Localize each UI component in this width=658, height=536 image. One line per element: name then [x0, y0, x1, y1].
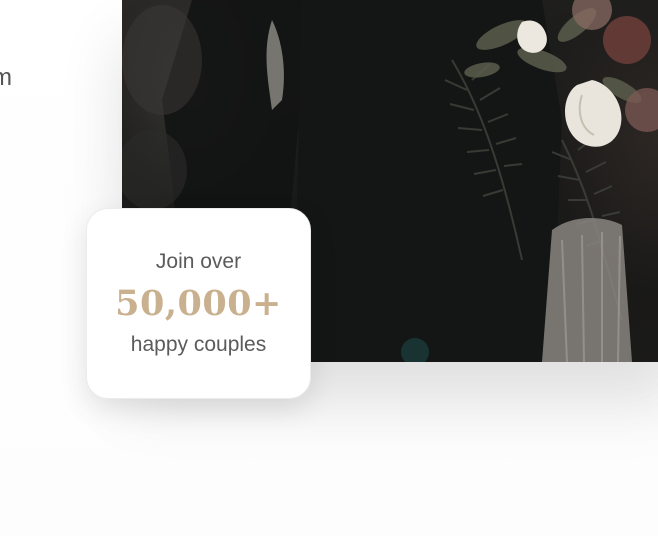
- stats-prefix: Join over: [155, 250, 242, 273]
- stats-suffix: happy couples: [130, 333, 267, 356]
- clipped-heading-text: m: [0, 64, 13, 91]
- stats-card: Join over 50,000+ happy couples: [86, 208, 311, 399]
- stats-number: 50,000+: [115, 283, 282, 324]
- page: m Join over 50,000+ happy couples: [0, 0, 658, 536]
